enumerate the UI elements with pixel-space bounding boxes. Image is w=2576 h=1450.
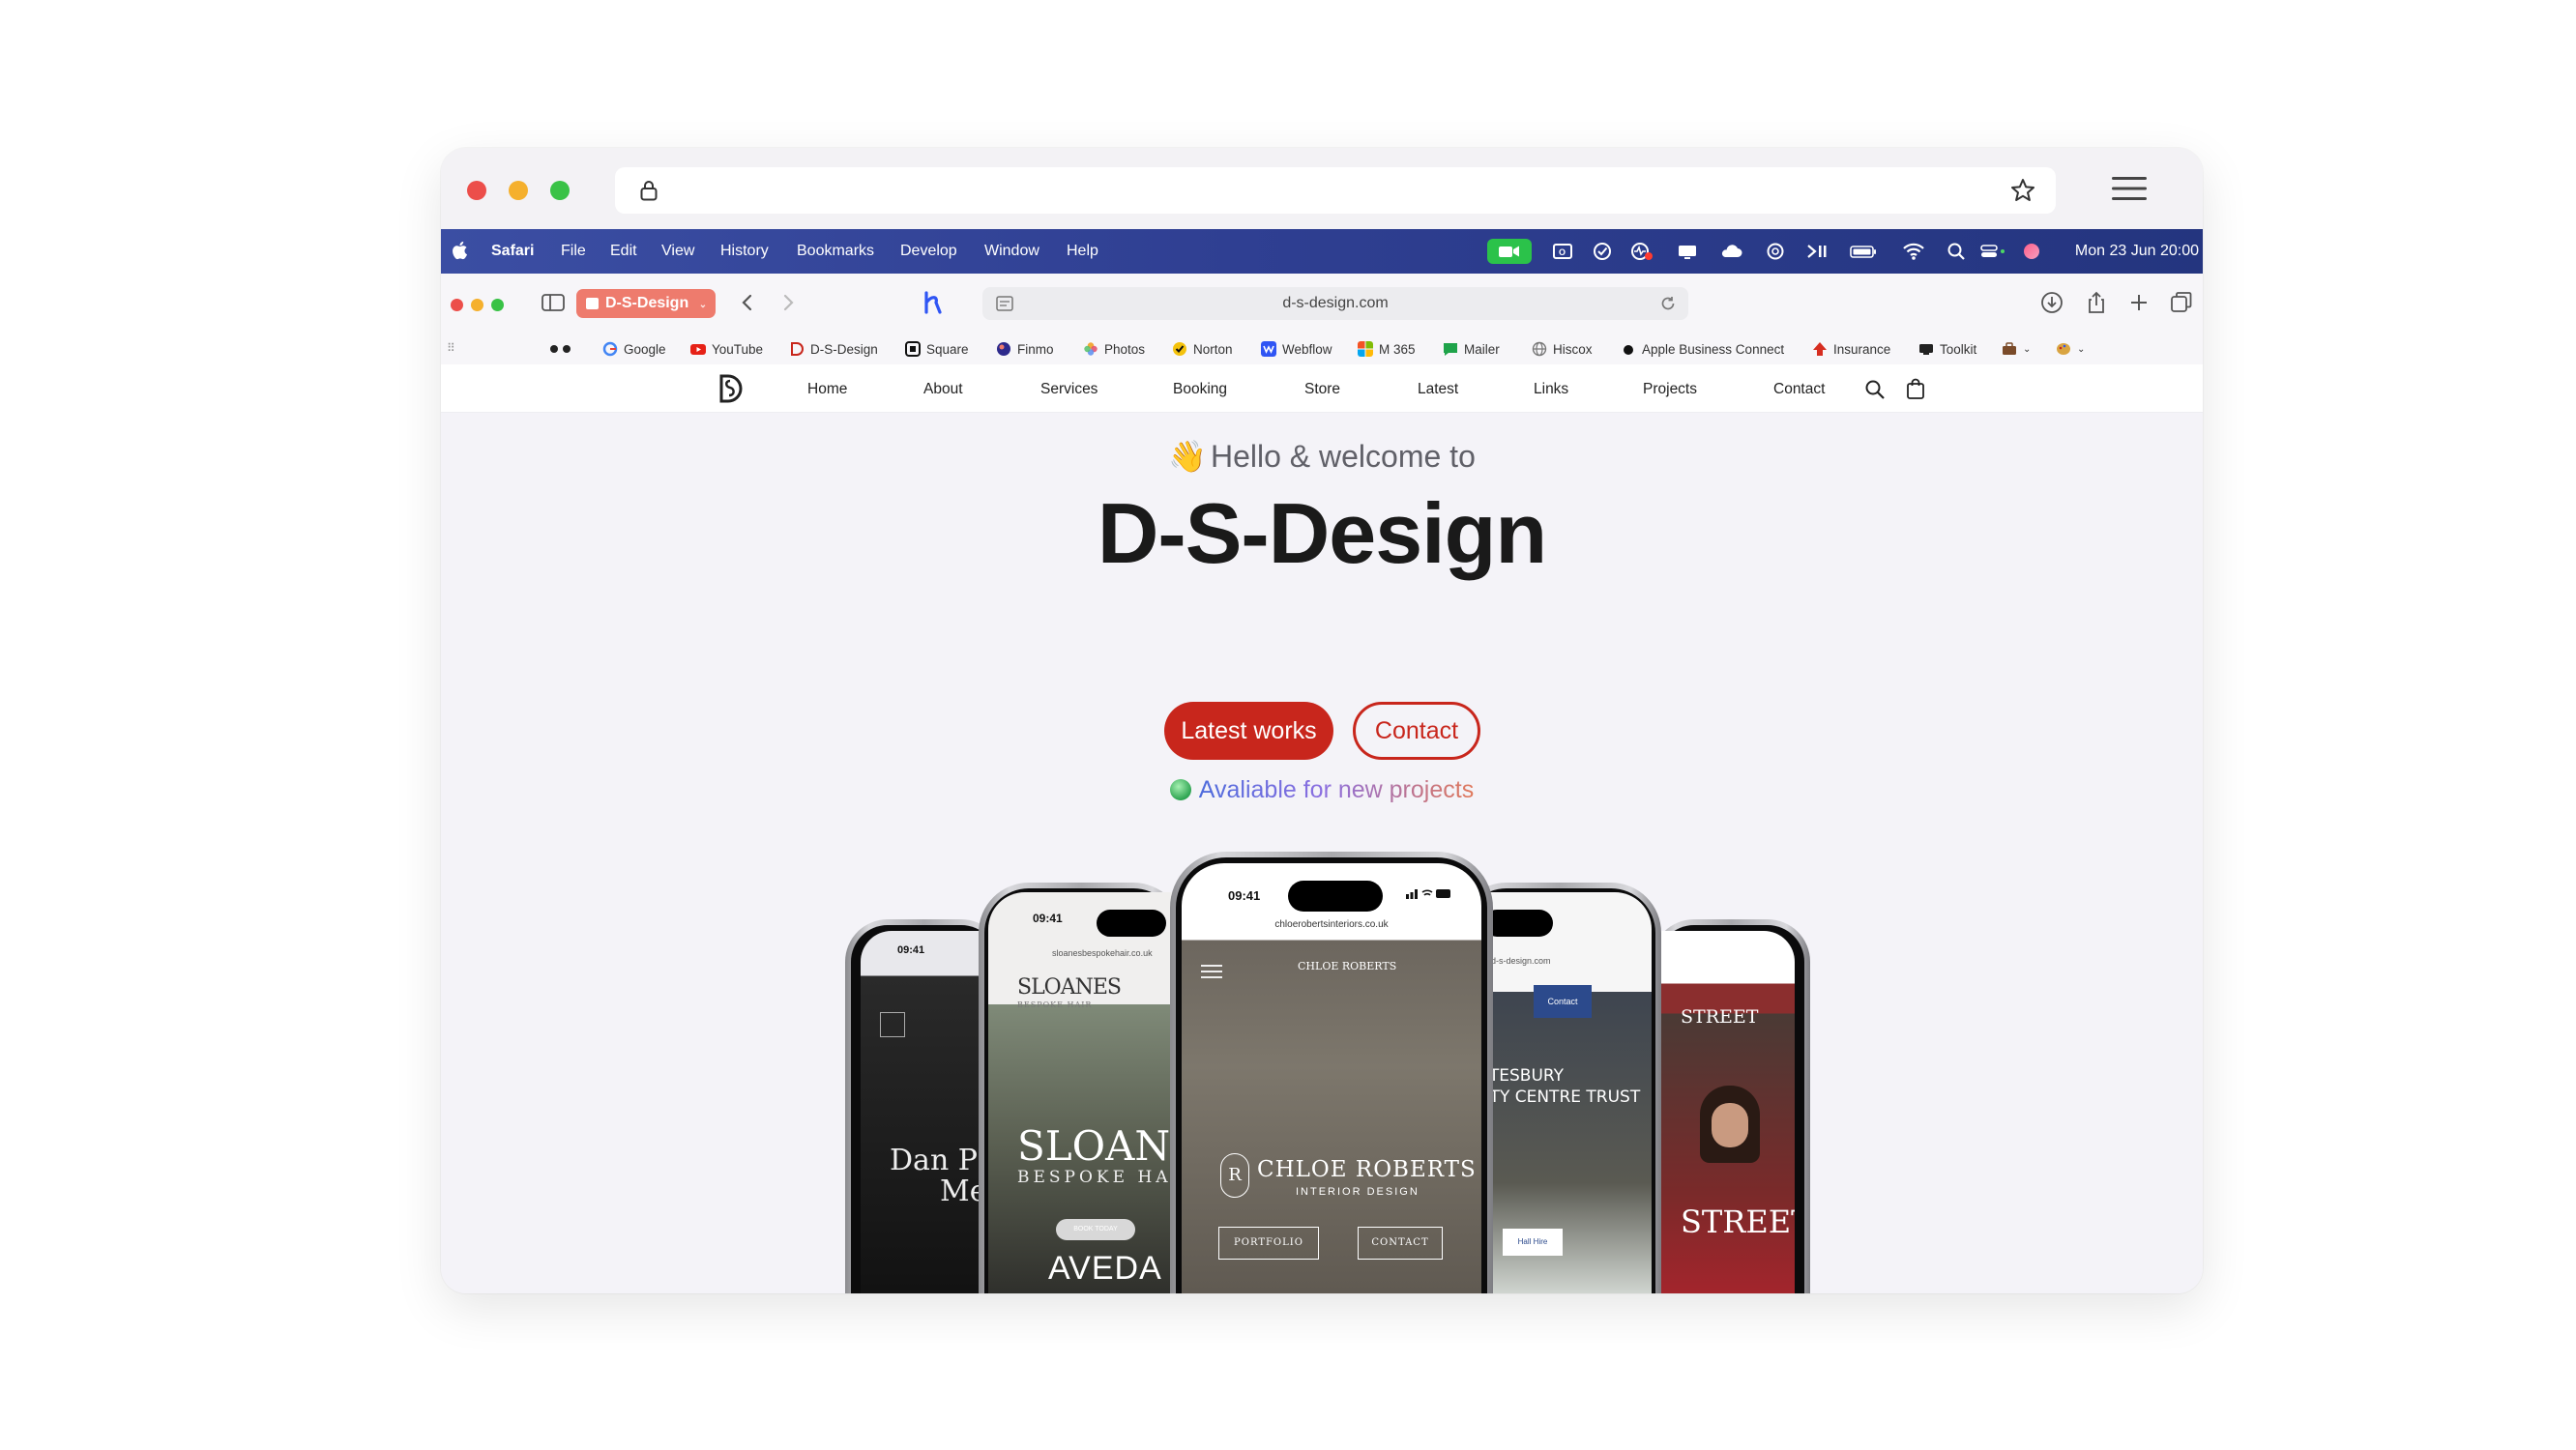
status-time: 09:41 — [897, 944, 925, 956]
center-tagline: INTERIOR DESIGN — [1296, 1186, 1420, 1198]
dynamic-island — [1288, 881, 1383, 912]
status-time: 09:41 — [1033, 912, 1063, 925]
phone-left: 09:41 sloanesbespokehair.co.uk SLOANES B… — [979, 883, 1213, 1293]
left-url: sloanesbespokehair.co.uk — [1052, 948, 1153, 958]
far-right-header: STREET — [1681, 1006, 1759, 1028]
center-contact-button[interactable]: CONTACT — [1358, 1227, 1443, 1260]
left-partner: AVEDA — [1048, 1250, 1162, 1287]
left-tagline: BESPOKE HA — [1017, 1168, 1172, 1187]
far-left-name-1: Dan P — [890, 1144, 978, 1177]
face-image — [1712, 1103, 1748, 1147]
center-header-brand: CHLOE ROBERTS — [1298, 960, 1397, 972]
dynamic-island — [1097, 910, 1166, 937]
portfolio-button[interactable]: PORTFOLIO — [1218, 1227, 1319, 1260]
center-url: chloerobertsinteriors.co.uk — [1274, 919, 1389, 930]
signal-wifi-battery-icons — [1406, 889, 1450, 899]
browser-window: Safari File Edit View History Bookmarks … — [441, 148, 2203, 1293]
dp-logo-icon — [880, 1012, 905, 1037]
dynamic-island — [1483, 910, 1553, 937]
phone-far-right: STREET STREET — [1632, 919, 1810, 1293]
center-brand: CHLOE ROBERTS — [1257, 1157, 1477, 1182]
book-today-button[interactable]: BOOK TODAY — [1056, 1219, 1135, 1240]
cr-monogram-icon: R — [1220, 1153, 1249, 1198]
far-right-brand: STREET — [1681, 1204, 1795, 1240]
phone-showcase: 09:41 Dan P Me STREET STREET 09:41 sloan… — [441, 148, 2203, 1293]
status-time: 09:41 — [1228, 888, 1261, 903]
hall-hire-button[interactable]: Hall Hire — [1503, 1229, 1563, 1256]
hamburger-menu-icon[interactable] — [1201, 964, 1222, 979]
right-url: d-s-design.com — [1491, 956, 1551, 966]
left-header-tag: BESPOKE HAIR — [1017, 1000, 1093, 1009]
phone-center: 09:41 chloerobertsinteriors.co.uk CHLOE … — [1170, 852, 1493, 1293]
right-contact-button[interactable]: Contact — [1534, 985, 1592, 1018]
left-header-brand: SLOANES — [1017, 975, 1122, 1000]
